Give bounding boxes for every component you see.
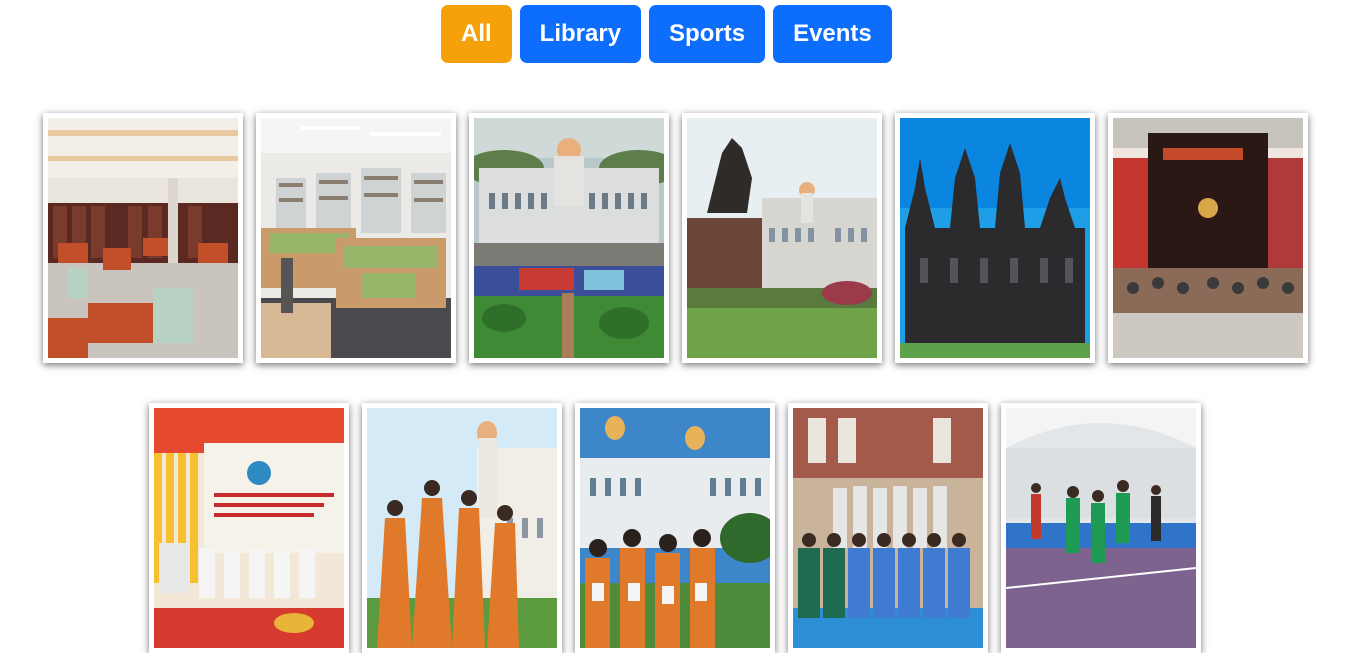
- gallery-image-library-hall[interactable]: [43, 113, 243, 363]
- heritage-building-photo: [900, 118, 1090, 358]
- kabaddi-photo: [1006, 408, 1196, 648]
- gallery-image-kabaddi[interactable]: [1001, 403, 1201, 653]
- campus-aerial-photo: [474, 118, 664, 358]
- filter-library-button[interactable]: Library: [519, 5, 642, 63]
- statue-photo: [687, 118, 877, 358]
- gallery-row-2: [149, 403, 1201, 653]
- sports-team-photo: [793, 408, 983, 648]
- filter-events-button[interactable]: Events: [773, 5, 892, 63]
- gallery-image-campus-aerial[interactable]: [469, 113, 669, 363]
- gallery-image-sports-team[interactable]: [788, 403, 988, 653]
- gallery-image-seminar[interactable]: [149, 403, 349, 653]
- gallery-image-convocation[interactable]: [1108, 113, 1308, 363]
- gallery-image-certificates[interactable]: [575, 403, 775, 653]
- filter-sports-button[interactable]: Sports: [649, 5, 766, 63]
- convocation-photo: [1113, 118, 1303, 358]
- gallery-image-graduates[interactable]: [362, 403, 562, 653]
- certificates-photo: [580, 408, 770, 648]
- gallery-row-1: [43, 113, 1308, 363]
- gallery-image-statue[interactable]: [682, 113, 882, 363]
- gallery-filter-bar: All Library Sports Events: [441, 5, 892, 63]
- gallery-image-heritage-building[interactable]: [895, 113, 1095, 363]
- library-lounge-photo: [261, 118, 451, 358]
- library-hall-photo: [48, 118, 238, 358]
- graduates-photo: [367, 408, 557, 648]
- filter-all-button[interactable]: All: [441, 5, 512, 63]
- seminar-photo: [154, 408, 344, 648]
- gallery-image-library-lounge[interactable]: [256, 113, 456, 363]
